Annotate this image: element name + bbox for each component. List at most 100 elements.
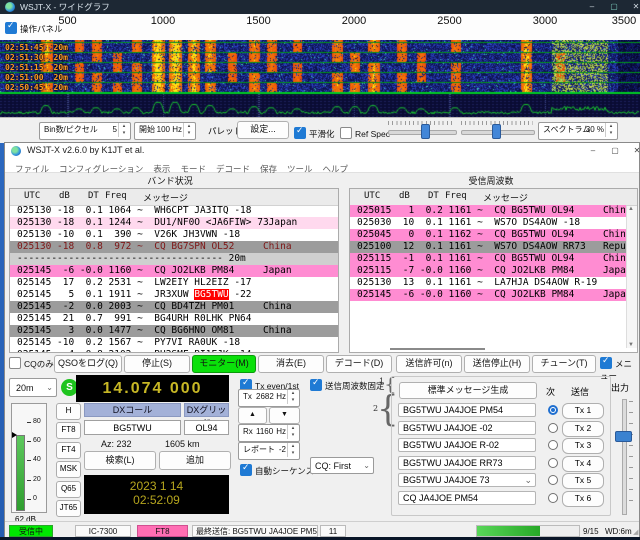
decode-row[interactable]: 025100 12 0.1 1161 ~ WS7O DS4AOW RR73 Re… — [350, 241, 626, 253]
erase-button[interactable]: 消去(E) — [258, 355, 324, 373]
next-radio-5[interactable] — [548, 475, 558, 485]
tx-down-button[interactable]: ▼ — [269, 407, 300, 424]
mode-button-h[interactable]: H — [56, 403, 81, 420]
decode-row[interactable]: 025145 4 0.8 2102 ~ BH2SMF BI1EJK -14 — [10, 349, 338, 353]
decode-row[interactable]: 025145 3 0.0 1477 ~ CQ BG6HNO OM81 China — [10, 325, 338, 337]
minimize-icon[interactable]: – — [585, 144, 601, 158]
tx-button-2[interactable]: Tx 2 — [562, 421, 604, 437]
scroll-down-icon[interactable]: ▼ — [628, 342, 634, 348]
generate-std-msgs-button[interactable]: 標準メッセージ生成 — [399, 382, 537, 399]
next-radio-3[interactable] — [548, 440, 558, 450]
decode-row[interactable]: 025030 10 0.1 1161 ~ WS7O DS4AOW -18 — [350, 217, 626, 229]
mode-button-jt65[interactable]: JT65 — [56, 500, 81, 517]
spinner-arrows-icon[interactable]: ▴▾ — [287, 443, 298, 457]
tx-message-field-1[interactable]: BG5TWU JA4JOE PM54 — [398, 403, 536, 417]
next-radio-4[interactable] — [548, 458, 558, 468]
waterfall-canvas[interactable] — [0, 40, 640, 117]
decode-row[interactable]: 025145 -6 -0.0 1160 ~ CQ JO2LKB PM84 Jap… — [350, 289, 626, 301]
pwr-slider-track[interactable] — [622, 399, 627, 515]
close-icon[interactable]: ✕ — [628, 0, 640, 14]
cq-only-checkbox[interactable]: CQのみ — [9, 357, 54, 370]
next-radio-6[interactable] — [548, 493, 558, 503]
tx-message-field-3[interactable]: BG5TWU JA4JOE R-02 — [398, 438, 536, 452]
band-select[interactable]: 20m ⌄ — [9, 378, 57, 397]
tx-button-6[interactable]: Tx 6 — [562, 491, 604, 507]
checkbox-icon[interactable] — [240, 464, 252, 476]
checkbox-icon[interactable] — [294, 127, 306, 139]
rx-horizontal-scrollbar[interactable] — [390, 348, 485, 350]
spinner-arrows-icon[interactable]: ▴▾ — [183, 123, 194, 137]
decode-row[interactable]: 025145 5 0.1 1911 ~ JR3XUW BG5TWU -22 — [10, 289, 338, 301]
tx-message-field-4[interactable]: BG5TWU JA4JOE RR73 — [398, 456, 536, 470]
menu-item-0[interactable]: ファイル — [15, 163, 49, 176]
decode-row[interactable]: 025130 13 0.1 1161 ~ LA7HJA DS4AOW R-19 — [350, 277, 626, 289]
spinner-arrows-icon[interactable]: ▴▾ — [605, 123, 616, 137]
report-spinbox[interactable]: レポート -2 ▴▾ — [238, 442, 300, 460]
call-first-select[interactable]: CQ: First ⌄ — [310, 457, 374, 474]
tx-button-5[interactable]: Tx 5 — [562, 473, 604, 489]
menu-item-7[interactable]: ヘルプ — [323, 163, 349, 176]
tx-message-field-2[interactable]: BG5TWU JA4JOE -02 — [398, 421, 536, 435]
tx-message-field-5[interactable]: BG5TWU JA4JOE 73⌄ — [398, 473, 536, 487]
mode-button-msk[interactable]: MSK — [56, 461, 81, 478]
tx-freq-spinbox[interactable]: Tx 2682 Hz ▴▾ — [238, 389, 300, 407]
mode-button-q65[interactable]: Q65 — [56, 481, 81, 498]
next-radio-2[interactable] — [548, 423, 558, 433]
resize-grip-icon[interactable]: ◢ — [633, 528, 638, 536]
menu-item-1[interactable]: コンフィグレーション — [59, 163, 143, 176]
tx-button-1[interactable]: Tx 1 — [562, 403, 604, 419]
menu-item-4[interactable]: デコード — [216, 163, 250, 176]
halt-button[interactable]: 停止(S) — [124, 355, 190, 373]
scroll-up-icon[interactable]: ▲ — [628, 206, 634, 212]
log-qso-button[interactable]: QSOをログ(Q) — [54, 355, 122, 373]
checkbox-icon[interactable] — [9, 357, 21, 369]
tune-button[interactable]: チューン(T) — [532, 355, 596, 373]
menu-item-6[interactable]: ツール — [287, 163, 313, 176]
main-titlebar[interactable]: WSJT-X v2.6.0 by K1JT et al. – ▢ ✕ — [5, 143, 639, 160]
decode-row[interactable]: 025130 -18 0.8 972 ~ CQ BG7SPN OL52 Chin… — [10, 241, 338, 253]
smoothing-checkbox[interactable]: 平滑化 — [294, 124, 335, 142]
decode-row[interactable]: 025145 -2 0.0 2003 ~ CQ BD4TZH PM01 Chin… — [10, 301, 338, 313]
dx-call-field[interactable]: BG5TWU — [84, 420, 181, 435]
checkbox-icon[interactable] — [310, 379, 322, 391]
mode-button-ft8[interactable]: FT8 — [56, 422, 81, 439]
maximize-icon[interactable]: ▢ — [606, 0, 622, 14]
halt-tx-button[interactable]: 送信停止(H) — [464, 355, 530, 373]
next-radio-1[interactable] — [548, 405, 558, 415]
tx-message-field-6[interactable]: CQ JA4JOE PM54 — [398, 491, 536, 505]
rx-vertical-scrollbar[interactable]: ▲ ▼ — [626, 206, 637, 348]
lookup-button[interactable]: 検索(L) — [84, 451, 156, 470]
checkbox-icon[interactable] — [340, 127, 352, 139]
auto-seq-checkbox[interactable]: 自動シーケンス — [240, 461, 314, 479]
spinner-arrows-icon[interactable]: ▴▾ — [118, 123, 129, 137]
decode-button[interactable]: デコード(D) — [326, 355, 392, 373]
decode-row[interactable]: 025145 -6 -0.0 1160 ~ CQ JO2LKB PM84 Jap… — [10, 265, 338, 277]
zero-slider-handle[interactable] — [492, 124, 501, 139]
decode-row[interactable]: 025115 -7 -0.0 1160 ~ CQ JO2LKB PM84 Jap… — [350, 265, 626, 277]
mode-button-ft4[interactable]: FT4 — [56, 442, 81, 459]
palette-settings-button[interactable]: 設定... — [237, 121, 289, 139]
checkbox-icon[interactable] — [5, 22, 17, 34]
dx-grid-field[interactable]: OL94 — [184, 420, 229, 435]
spectrum-percent-spinbox[interactable]: スペクトラム 30 % ▴▾ — [538, 122, 618, 140]
widegraph-titlebar[interactable]: WSJT-X - ワイドグラフ – ▢ ✕ — [0, 0, 640, 14]
minimize-icon[interactable]: – — [584, 0, 600, 14]
decode-row[interactable]: 025130 -18 0.1 1244 ~ DU1/NF0O <JA6FIW> … — [10, 217, 338, 229]
decode-row[interactable]: 025115 -1 0.1 1161 ~ CQ BG5TWU OL94 Chin… — [350, 253, 626, 265]
decode-row[interactable]: 025145 17 0.2 2531 ~ LW2EIY HL2EIZ -17 — [10, 277, 338, 289]
maximize-icon[interactable]: ▢ — [607, 144, 623, 158]
close-icon[interactable]: ✕ — [629, 144, 640, 158]
decode-row[interactable]: 025145 -10 0.2 1567 ~ PY7VI RA0UK -18 — [10, 337, 338, 349]
bins-per-pixel-spinbox[interactable]: Bin数/ピクセル 5 ▴▾ — [39, 122, 131, 140]
hold-tx-freq-checkbox[interactable]: 送信周波数固定 — [310, 376, 385, 394]
enable-tx-button[interactable]: 送信許可(n) — [396, 355, 462, 373]
controls-panel-checkbox[interactable]: 操作パネル — [5, 19, 63, 37]
frequency-display[interactable]: 14.074 000 — [76, 375, 229, 402]
spinner-arrows-icon[interactable]: ▴▾ — [287, 425, 298, 439]
add-button[interactable]: 追加 — [159, 451, 231, 470]
pwr-slider-handle[interactable] — [615, 431, 632, 442]
tx-button-3[interactable]: Tx 3 — [562, 438, 604, 454]
checkbox-icon[interactable] — [600, 357, 612, 369]
decode-row[interactable]: 025130 -18 0.1 1064 ~ WH6CPT JA3ITQ -18 — [10, 205, 338, 217]
start-hz-spinbox[interactable]: 開始 100 Hz ▴▾ — [134, 122, 196, 140]
